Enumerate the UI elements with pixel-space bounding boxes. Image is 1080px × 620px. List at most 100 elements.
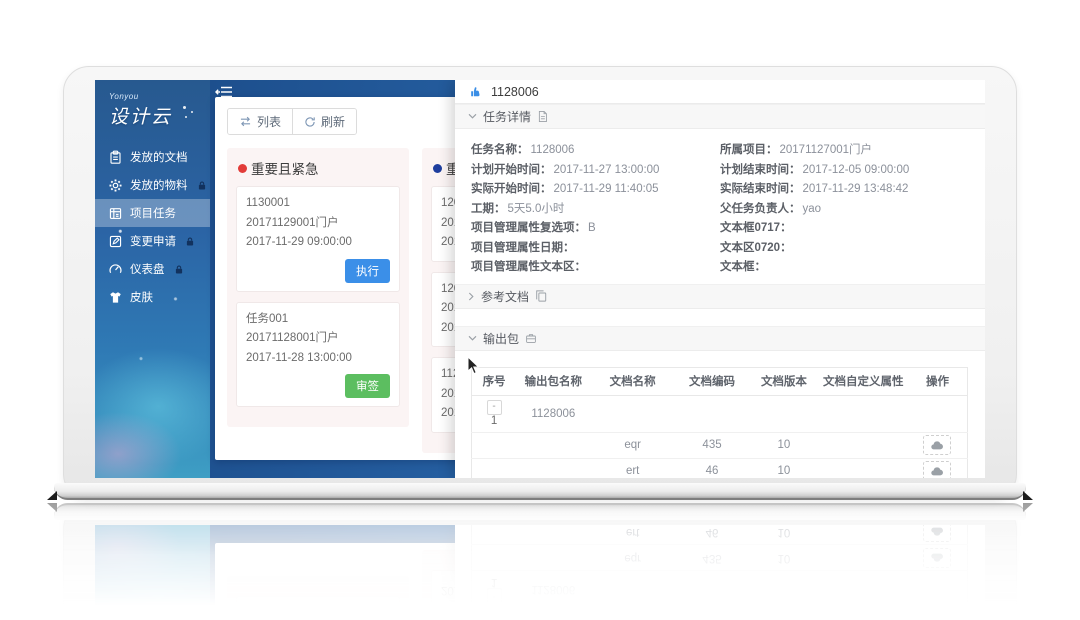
task-badge-icon [469,85,483,99]
board-toolbar: 列表 刷新 [227,108,357,135]
field: 文本框 [720,258,969,278]
package-name: 1128006 [516,395,590,432]
field: 所属项目20171127001门户 [720,141,969,161]
sidebar-item-label: 仪表盘 [130,261,165,277]
cloud-download-icon [931,467,943,476]
refresh-icon [304,116,316,128]
task-time: 2017-11-28 13:00:00 [246,349,390,369]
doc-version: 10 [749,432,818,458]
output-package-table: 序号 输出包名称 文档名称 文档编码 文档版本 文档自定义属性 操作 - [471,367,968,479]
download-button[interactable] [923,435,951,455]
field: 计划结束时间2017-12-05 09:00:00 [720,161,969,181]
laptop-base [54,483,1026,500]
lock-icon [198,181,206,190]
sidebar-item-label: 皮肤 [130,289,153,305]
col-header: 文档自定义属性 [819,367,908,395]
urgent-dot-icon [238,164,247,173]
doc-version: 10 [749,458,818,478]
chevron-down-icon [468,113,477,120]
refresh-label: 刷新 [321,113,345,130]
field: 计划开始时间2017-11-27 13:00:00 [471,161,720,181]
gear-icon [108,178,123,193]
doc-code: 46 [675,458,749,478]
sidebar-item-label: 项目任务 [130,205,176,221]
table-row: - 1 1128006 [472,395,968,432]
gauge-icon [108,262,123,277]
lock-icon [186,237,194,246]
refresh-button[interactable]: 刷新 [292,109,356,134]
section-title: 输出包 [483,330,519,347]
col-header: 文档名称 [591,367,675,395]
sidebar-item-change-request[interactable]: 变更申请 [95,227,210,255]
sidebar-item-dashboard[interactable]: 仪表盘 [95,255,210,283]
section-output-package[interactable]: 输出包 [455,326,985,351]
detail-header: 1128006 [455,80,985,104]
execute-button[interactable]: 执行 [345,259,390,283]
section-title: 参考文档 [481,288,529,305]
sidebar-item-released-materials[interactable]: 发放的物料 [95,171,210,199]
field: 文本区0720 [720,239,969,259]
collapse-row-button[interactable]: - [487,400,502,415]
field: 任务名称1128006 [471,141,720,161]
section-task-details[interactable]: 任务详情 [455,104,985,129]
doc-name: eqr [591,432,675,458]
col-header: 文档编码 [675,367,749,395]
cloud-download-icon [931,441,943,450]
row-index: 1 [473,416,515,428]
task-detail-panel: 1128006 任务详情 任务名称1128006 所属项目20171127001… [455,80,985,478]
app-logo: Yonyou 设计云 [95,80,210,129]
task-name: 1130001 [246,194,390,214]
task-card[interactable]: 1130001 20171129001门户 2017-11-29 09:00:0… [236,186,400,292]
sidebar-item-released-docs[interactable]: 发放的文档 [95,143,210,171]
document-icon [537,110,548,123]
field: 实际开始时间2017-11-29 11:40:05 [471,180,720,200]
edit-icon [108,234,123,249]
task-card[interactable]: 任务001 20171128001门户 2017-11-28 13:00:00 … [236,302,400,408]
field: 项目管理属性日期 [471,239,720,259]
task-list-icon [108,206,123,221]
table-row: eqr 435 10 [472,432,968,458]
laptop-frame: Yonyou 设计云 发放的文档 [63,503,1017,620]
review-button[interactable]: 审签 [345,374,390,398]
field: 项目管理属性文本区 [471,258,720,278]
col-header: 操作 [908,367,968,395]
detail-title: 1128006 [491,85,539,99]
table-row: ert 46 10 [472,458,968,478]
task-project: 20171128001门户 [246,329,390,349]
sidebar-item-label: 发放的物料 [130,177,188,193]
section-reference-docs[interactable]: 参考文档 [455,284,985,309]
download-button[interactable] [923,461,951,478]
kanban-column-urgent: 重要且紧急 1130001 20171129001门户 2017-11-29 0… [227,148,409,427]
copy-docs-icon [535,290,547,302]
swap-icon [239,116,252,127]
task-name: 任务001 [246,310,390,330]
field: 项目管理属性复选项B [471,219,720,239]
col-header: 输出包名称 [516,367,590,395]
important-dot-icon [433,164,442,173]
chevron-right-icon [468,292,475,301]
field: 文本框0717 [720,219,969,239]
app-window: Yonyou 设计云 发放的文档 [95,80,985,478]
detail-fields: 任务名称1128006 所属项目20171127001门户 计划开始时间2017… [455,129,985,284]
list-view-button[interactable]: 列表 [228,109,292,134]
field: 父任务负责人yao [720,200,969,220]
sidebar-item-skin[interactable]: 皮肤 [95,283,210,311]
table-header-row: 序号 输出包名称 文档名称 文档编码 文档版本 文档自定义属性 操作 [472,367,968,395]
doc-code: 435 [675,432,749,458]
sidebar-menu: 发放的文档 发放的物料 [95,143,210,311]
sidebar-item-label: 变更申请 [130,233,176,249]
section-title: 任务详情 [483,108,531,125]
mouse-cursor [467,356,480,380]
laptop-reflection: Yonyou 设计云 发放的文档 [0,503,1080,620]
list-view-label: 列表 [257,113,281,130]
col-header: 文档版本 [749,367,818,395]
sidebar-item-project-tasks[interactable]: 项目任务 [95,199,210,227]
brand-text: Yonyou [109,92,200,101]
laptop-frame: Yonyou 设计云 发放的文档 [63,66,1017,500]
task-time: 2017-11-29 09:00:00 [246,233,390,253]
doc-name: ert [591,458,675,478]
field: 实际结束时间2017-11-29 13:48:42 [720,180,969,200]
sidebar: Yonyou 设计云 发放的文档 [95,80,210,478]
section-gap [455,309,985,326]
briefcase-icon [525,332,537,344]
